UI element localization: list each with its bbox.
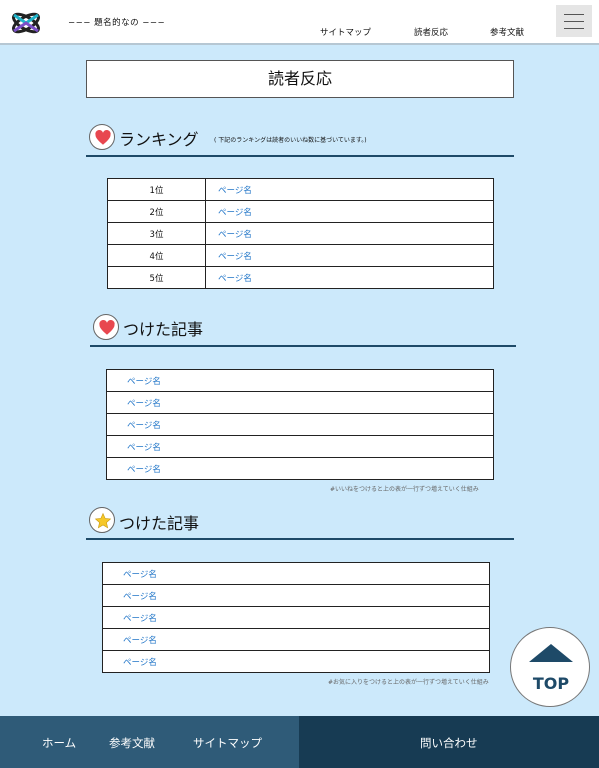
page-link[interactable]: ページ名 — [205, 266, 494, 289]
back-to-top-button[interactable]: TOP — [510, 627, 590, 707]
site-header: −−− 題名的なの −−− サイトマップ 読者反応 参考文献 — [0, 0, 599, 45]
table-row: ページ名 — [106, 369, 494, 392]
ranking-note: ( 下記のランキングは読者のいいね数に基づいています。) — [214, 137, 367, 144]
footer-nav: ホーム 参考文献 サイトマップ — [0, 716, 299, 768]
hamburger-menu-button[interactable] — [556, 5, 592, 37]
table-row: 2位 ページ名 — [107, 200, 494, 223]
ranking-title: ランキング — [119, 130, 199, 149]
page-link[interactable]: ページ名 — [102, 650, 490, 673]
heart-icon — [89, 124, 115, 150]
nav-reader-reaction-link[interactable]: 読者反応 — [414, 26, 448, 38]
page-link[interactable]: ページ名 — [102, 562, 490, 585]
page-link[interactable]: ページ名 — [205, 200, 494, 223]
star-icon — [89, 507, 115, 533]
table-row: ページ名 — [102, 628, 490, 651]
section-divider — [86, 538, 514, 540]
page-link[interactable]: ページ名 — [102, 584, 490, 607]
footer-sitemap-link[interactable]: サイトマップ — [193, 735, 262, 751]
rank-cell: 3位 — [107, 222, 206, 245]
rank-cell: 1位 — [107, 178, 206, 201]
table-row: ページ名 — [102, 562, 490, 585]
table-row: ページ名 — [106, 391, 494, 414]
table-row: 3位 ページ名 — [107, 222, 494, 245]
section-divider — [86, 155, 514, 157]
nav-sitemap-link[interactable]: サイトマップ — [320, 26, 371, 38]
ranking-table: 1位 ページ名 2位 ページ名 3位 ページ名 4位 ページ名 5位 ページ名 — [107, 178, 494, 289]
heart-icon — [93, 314, 119, 340]
page-link[interactable]: ページ名 — [106, 435, 494, 458]
logo-icon[interactable] — [10, 10, 42, 36]
footer-home-link[interactable]: ホーム — [42, 735, 76, 751]
table-row: ページ名 — [106, 413, 494, 436]
favorites-footnote: #お気に入りをつけると上の表が一行ずつ増えていく仕組み — [328, 679, 489, 686]
page-link[interactable]: ページ名 — [102, 628, 490, 651]
page-link[interactable]: ページ名 — [106, 391, 494, 414]
liked-footnote: #いいねをつけると上の表が一行ずつ増えていく仕組み — [330, 486, 479, 493]
page-link[interactable]: ページ名 — [102, 606, 490, 629]
favorite-articles-table: ページ名 ページ名 ページ名 ページ名 ページ名 — [102, 562, 490, 673]
page-link[interactable]: ページ名 — [205, 244, 494, 267]
rank-cell: 2位 — [107, 200, 206, 223]
section-divider — [90, 345, 516, 347]
table-row: ページ名 — [102, 606, 490, 629]
site-title: −−− 題名的なの −−− — [68, 18, 166, 28]
favorite-articles-title: つけた記事 — [119, 514, 200, 533]
table-row: ページ名 — [106, 457, 494, 480]
page-link[interactable]: ページ名 — [106, 369, 494, 392]
page-link[interactable]: ページ名 — [205, 222, 494, 245]
table-row: ページ名 — [102, 650, 490, 673]
top-button-label: TOP — [532, 674, 570, 693]
page-link[interactable]: ページ名 — [205, 178, 494, 201]
nav-references-link[interactable]: 参考文献 — [490, 26, 524, 38]
table-row: 5位 ページ名 — [107, 266, 494, 289]
contact-link[interactable]: 問い合わせ — [420, 735, 478, 751]
table-row: 4位 ページ名 — [107, 244, 494, 267]
liked-articles-title: つけた記事 — [123, 320, 204, 339]
table-row: ページ名 — [106, 435, 494, 458]
footer-contact-area: 問い合わせ — [299, 716, 599, 768]
liked-articles-table: ページ名 ページ名 ページ名 ページ名 ページ名 — [106, 369, 494, 480]
rank-cell: 5位 — [107, 266, 206, 289]
table-row: ページ名 — [102, 584, 490, 607]
page-link[interactable]: ページ名 — [106, 457, 494, 480]
footer-references-link[interactable]: 参考文献 — [109, 735, 155, 751]
table-row: 1位 ページ名 — [107, 178, 494, 201]
page-title: 読者反応 — [86, 60, 514, 98]
page-link[interactable]: ページ名 — [106, 413, 494, 436]
rank-cell: 4位 — [107, 244, 206, 267]
arrow-up-icon — [529, 644, 573, 662]
